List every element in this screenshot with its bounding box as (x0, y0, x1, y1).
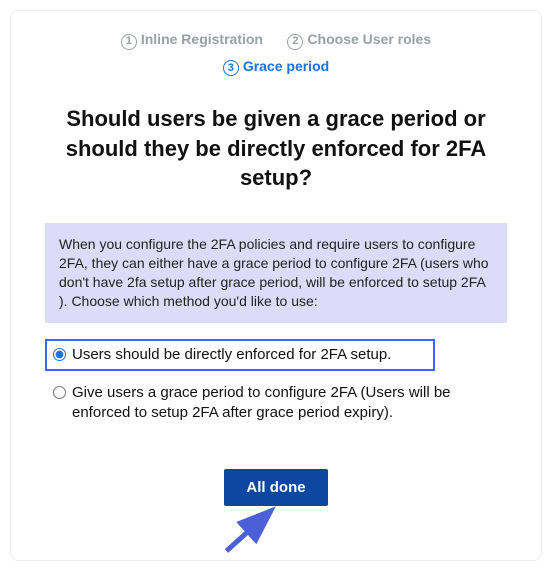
radio-direct-enforce[interactable] (53, 348, 66, 361)
step-number-icon: 2 (287, 34, 303, 50)
wizard-steps-row1: 1Inline Registration 2Choose User roles (41, 31, 511, 50)
step-number-icon: 1 (121, 34, 137, 50)
option-grace-period[interactable]: Give users a grace period to configure 2… (45, 377, 507, 430)
page-title: Should users be given a grace period or … (51, 104, 501, 193)
step-grace-period[interactable]: 3Grace period (223, 58, 329, 77)
step-number-icon: 3 (223, 60, 239, 76)
step-label: Choose User roles (307, 31, 431, 47)
radio-grace-period[interactable] (53, 386, 66, 399)
setup-wizard-card: 1Inline Registration 2Choose User roles … (10, 10, 542, 561)
info-description: When you configure the 2FA policies and … (45, 223, 507, 323)
button-container: All done (41, 469, 511, 506)
wizard-steps-row2: 3Grace period (41, 58, 511, 77)
step-inline-registration[interactable]: 1Inline Registration (121, 31, 263, 50)
step-label: Inline Registration (141, 31, 263, 47)
option-direct-enforce[interactable]: Users should be directly enforced for 2F… (45, 339, 435, 371)
pointer-arrow-icon (217, 503, 287, 558)
option-label: Give users a grace period to configure 2… (72, 383, 499, 424)
all-done-button[interactable]: All done (224, 469, 327, 506)
step-choose-user-roles[interactable]: 2Choose User roles (287, 31, 431, 50)
step-label: Grace period (243, 58, 329, 74)
option-label: Users should be directly enforced for 2F… (72, 345, 427, 365)
